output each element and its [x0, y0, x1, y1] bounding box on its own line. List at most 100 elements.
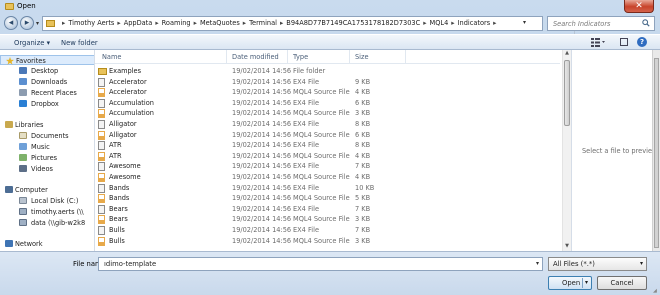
breadcrumb-separator[interactable]: ▸	[423, 19, 426, 27]
scroll-up-icon[interactable]: ▲	[564, 50, 570, 58]
breadcrumb-separator[interactable]: ▸	[194, 19, 197, 27]
sidebar-item-desktop[interactable]: Desktop	[0, 66, 94, 76]
back-button[interactable]: ◂	[4, 16, 18, 30]
breadcrumb-item[interactable]: MQL4	[430, 19, 449, 27]
sidebar-item-pictures[interactable]: Pictures	[0, 153, 94, 163]
preview-scrollbar[interactable]	[652, 50, 660, 251]
column-type[interactable]: Type	[293, 53, 308, 61]
sidebar-item-network-drive-1[interactable]: timothy.aerts (\\	[0, 207, 94, 217]
column-date-modified[interactable]: Date modified	[232, 53, 279, 61]
sidebar-item-network[interactable]: Network	[0, 239, 94, 249]
file-size: 7 KB	[355, 204, 371, 213]
file-row[interactable]: Examples 19/02/2014 14:56 File folder	[95, 66, 560, 77]
chevron-down-icon[interactable]: ▾	[640, 260, 643, 267]
file-list-scrollbar[interactable]: ▲ ▼	[562, 50, 571, 251]
open-dialog: Open ✕ ◂ ▸ ▾ ▸ Timothy Aerts ▸ AppData ▸ Roam…	[0, 0, 660, 295]
sidebar-item-favorites[interactable]: Favorites	[0, 55, 94, 65]
sidebar-item-computer[interactable]: Computer	[0, 185, 94, 195]
file-row[interactable]: Accelerator 19/02/2014 14:56 MQL4 Source F…	[95, 87, 560, 98]
file-row[interactable]: Bulls 19/02/2014 14:56 MQL4 Source File 3 K…	[95, 236, 560, 247]
open-dropdown-icon[interactable]: ▾	[585, 279, 588, 286]
search-box[interactable]: Search Indicators	[547, 16, 655, 31]
file-row[interactable]: Bands 19/02/2014 14:56 MQL4 Source File 5 K…	[95, 193, 560, 204]
file-size: 4 KB	[355, 151, 371, 160]
file-name-input[interactable]: ıdimo-template ▾	[98, 257, 543, 271]
breadcrumb-item[interactable]: MetaQuotes	[200, 19, 240, 27]
resize-grip-icon[interactable]: ◢	[653, 288, 659, 294]
breadcrumb-separator[interactable]: ▸	[493, 19, 496, 27]
file-name: Accelerator	[109, 77, 147, 86]
file-type: MQL4 Source File	[293, 215, 350, 224]
ex4-file-icon	[98, 162, 105, 172]
breadcrumb-separator[interactable]: ▸	[451, 19, 454, 27]
breadcrumb-separator[interactable]: ▸	[62, 19, 65, 27]
sidebar-item-recent-places[interactable]: Recent Places	[0, 88, 94, 98]
file-name: Bands	[109, 183, 130, 192]
open-button[interactable]: Open ▾	[548, 276, 592, 290]
close-button[interactable]: ✕	[624, 0, 654, 13]
help-icon[interactable]: ?	[637, 37, 647, 47]
file-name-value[interactable]: ıdimo-template	[104, 260, 156, 268]
address-bar[interactable]: ▸ Timothy Aerts ▸ AppData ▸ Roaming ▸ MetaQuote…	[42, 16, 584, 34]
forward-button[interactable]: ▸	[20, 16, 34, 30]
preview-pane-icon[interactable]	[620, 38, 628, 46]
address-dropdown-icon[interactable]: ▾	[523, 19, 526, 26]
new-folder-button[interactable]: New folder	[61, 39, 98, 47]
file-row[interactable]: Accumulation 19/02/2014 14:56 EX4 File 6 KB	[95, 98, 560, 109]
file-row[interactable]: Accumulation 19/02/2014 14:56 MQL4 Source …	[95, 108, 560, 119]
recent-locations-dropdown[interactable]: ▾	[36, 20, 39, 27]
file-row[interactable]: Awesome 19/02/2014 14:56 EX4 File 7 KB	[95, 161, 560, 172]
change-view-icon[interactable]	[591, 38, 605, 47]
breadcrumb-separator[interactable]: ▸	[280, 19, 283, 27]
file-row[interactable]: Bears 19/02/2014 14:56 EX4 File 7 KB	[95, 204, 560, 215]
sidebar-item-libraries[interactable]: Libraries	[0, 120, 94, 130]
sidebar-item-local-disk[interactable]: Local Disk (C:)	[0, 196, 94, 206]
breadcrumb-item[interactable]: Terminal	[249, 19, 277, 27]
scrollbar-thumb[interactable]	[654, 58, 659, 248]
ex4-file-icon	[98, 226, 105, 235]
breadcrumb-separator[interactable]: ▸	[243, 19, 246, 27]
file-size: 6 KB	[355, 98, 371, 107]
breadcrumb-item[interactable]: Roaming	[162, 19, 191, 27]
file-row[interactable]: Alligator 19/02/2014 14:56 EX4 File 8 KB	[95, 119, 560, 130]
file-row[interactable]: Bands 19/02/2014 14:56 EX4 File 10 KB	[95, 183, 560, 194]
column-name[interactable]: Name	[102, 53, 121, 61]
file-row[interactable]: Bears 19/02/2014 14:56 MQL4 Source File 3 K…	[95, 214, 560, 225]
file-row[interactable]: ATR 19/02/2014 14:56 EX4 File 8 KB	[95, 140, 560, 151]
file-row[interactable]: Awesome 19/02/2014 14:56 MQL4 Source File 4…	[95, 172, 560, 183]
file-row[interactable]: ATR 19/02/2014 14:56 MQL4 Source File 4 KB	[95, 151, 560, 162]
breadcrumb-item[interactable]: B94A8D77B7149CA1753178182D7303C	[286, 19, 420, 27]
sidebar-item-dropbox[interactable]: Dropbox	[0, 99, 94, 109]
file-row[interactable]: Bulls 19/02/2014 14:56 EX4 File 7 KB	[95, 225, 560, 236]
breadcrumb-separator[interactable]: ▸	[117, 19, 120, 27]
breadcrumb-separator[interactable]: ▸	[155, 19, 158, 27]
sidebar-item-music[interactable]: Music	[0, 142, 94, 152]
file-date: 19/02/2014 14:56	[232, 183, 292, 192]
navigation-pane: Favorites Desktop Downloads Recent Place…	[0, 50, 95, 251]
file-type-select[interactable]: All Files (*.*) ▾	[548, 257, 647, 271]
organize-button[interactable]: Organize ▾	[14, 39, 50, 47]
search-input[interactable]: Search Indicators	[553, 20, 610, 28]
sidebar-item-videos[interactable]: Videos	[0, 164, 94, 174]
file-date: 19/02/2014 14:56	[232, 120, 292, 128]
breadcrumb-item[interactable]: Indicators	[458, 19, 491, 27]
breadcrumb-item[interactable]: AppData	[124, 19, 153, 27]
file-size: 3 KB	[355, 215, 371, 224]
file-size: 3 KB	[355, 236, 371, 245]
cancel-button[interactable]: Cancel	[597, 276, 647, 290]
file-row[interactable]: Accelerator 19/02/2014 14:56 EX4 File 9 KB	[95, 77, 560, 88]
sidebar-item-network-drive-2[interactable]: data (\\gib-w2k8	[0, 218, 94, 228]
chevron-down-icon[interactable]: ▾	[536, 260, 539, 267]
breadcrumb-item[interactable]: Timothy Aerts	[68, 19, 114, 27]
split-divider	[582, 278, 583, 288]
ex4-file-icon	[98, 204, 105, 214]
file-type: EX4 File	[293, 162, 320, 171]
sidebar-item-downloads[interactable]: Downloads	[0, 77, 94, 87]
folder-icon	[5, 3, 14, 10]
scrollbar-thumb[interactable]	[564, 60, 570, 126]
column-size[interactable]: Size	[355, 53, 369, 61]
file-row[interactable]: Alligator 19/02/2014 14:56 MQL4 Source Fil…	[95, 130, 560, 141]
breadcrumb: ▸ Timothy Aerts ▸ AppData ▸ Roaming ▸ MetaQuote…	[59, 19, 499, 27]
sidebar-item-documents[interactable]: Documents	[0, 131, 94, 141]
scroll-down-icon[interactable]: ▼	[564, 243, 570, 251]
